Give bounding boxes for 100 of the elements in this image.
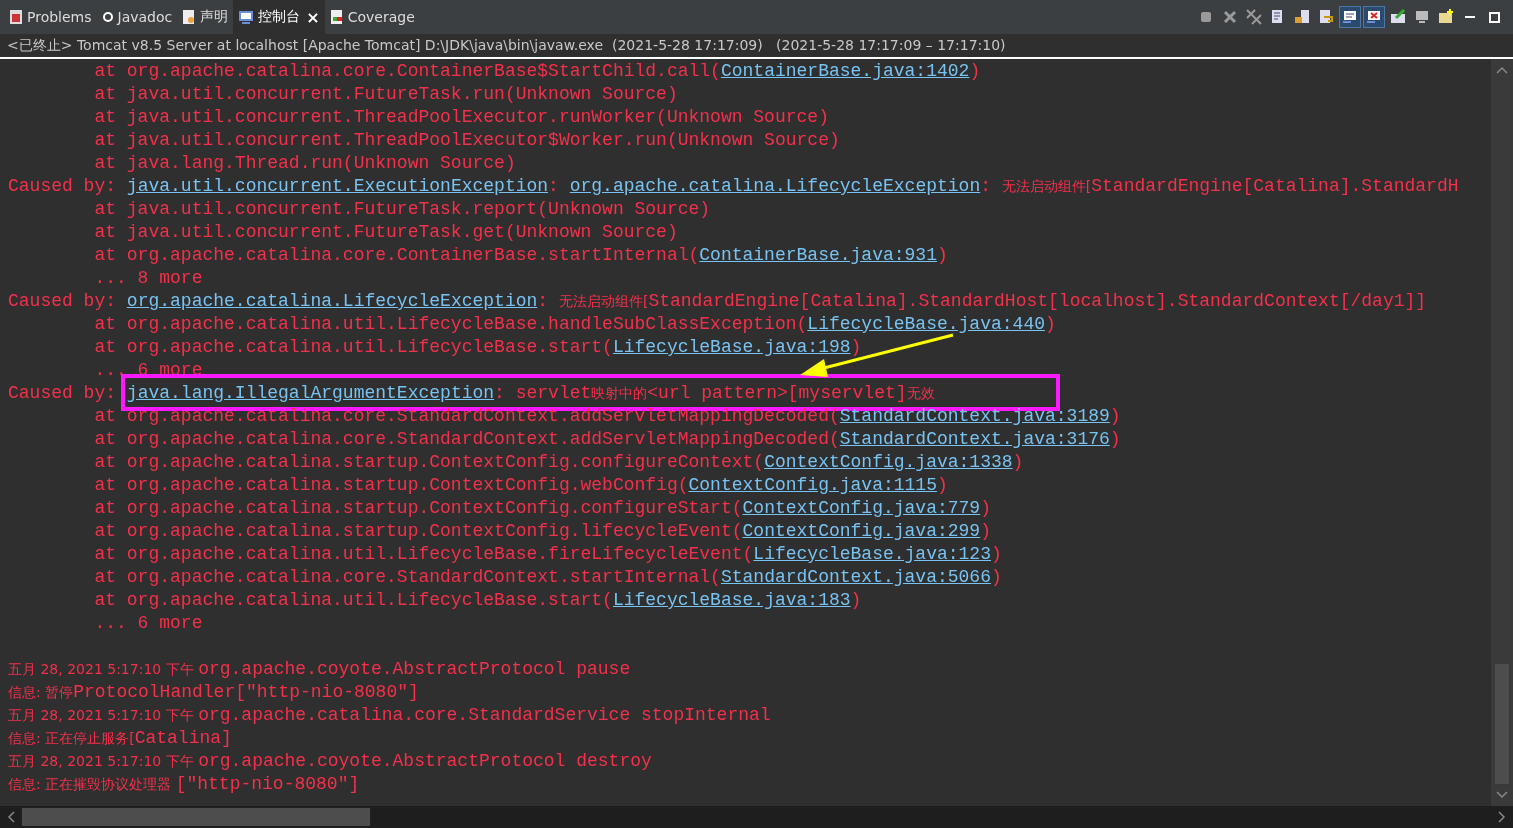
log-text: )	[980, 521, 991, 541]
source-link[interactable]: StandardContext.java:3176	[839, 429, 1110, 449]
log-text: : servlet	[494, 383, 592, 403]
source-link[interactable]: LifecycleBase.java:198	[612, 337, 851, 357]
log-text: at org.apache.catalina.core.StandardContext.addServletMappingDecoded(	[93, 406, 840, 426]
log-text: at org.apache.catalina.core.ContainerBase.startInternal(	[93, 245, 700, 265]
log-text: at org.apache.catalina.core.ContainerBase$StartChild.call(	[93, 61, 721, 81]
source-link[interactable]: java.util.concurrent.ExecutionException	[126, 176, 549, 196]
source-link[interactable]: org.apache.catalina.LifecycleException	[126, 291, 538, 311]
log-text: org.apache.coyote.AbstractProtocol pause	[198, 659, 631, 679]
log-text: )	[990, 544, 1002, 564]
log-text: )	[1109, 406, 1121, 426]
log-text: at org.apache.catalina.startup.ContextConfig.lifecycleEvent(	[93, 521, 743, 541]
log-text: 五月 28, 2021 5:17:10 下午	[8, 661, 195, 677]
log-text: at java.lang.Thread.run(Unknown Source)	[93, 153, 516, 173]
log-text: )	[850, 337, 862, 357]
log-text: )	[1045, 314, 1056, 334]
log-text: Catalina]	[134, 728, 232, 748]
log-text: )	[1012, 452, 1024, 472]
log-text: 无效	[906, 385, 935, 401]
source-link[interactable]: org.apache.catalina.LifecycleException	[569, 176, 981, 196]
source-link[interactable]: LifecycleBase.java:183	[612, 590, 851, 610]
log-text: StandardEngine[Catalina].StandardHost[localhost].StandardContext[/day1]]	[648, 291, 1427, 311]
console-error-icon	[1366, 9, 1382, 25]
log-text: :	[548, 176, 560, 196]
log-text: Caused by:	[8, 383, 118, 403]
source-link[interactable]: LifecycleBase.java:440	[807, 314, 1045, 334]
log-text: 信息: 暂停	[8, 684, 74, 700]
coverage-report-icon	[329, 9, 344, 25]
log-text: at org.apache.catalina.startup.ContextConfig.configureStart(	[93, 498, 743, 518]
toolbar-button[interactable]	[1363, 6, 1385, 28]
source-link[interactable]: java.lang.IllegalArgumentException	[126, 383, 495, 403]
lock-document-icon	[1294, 9, 1310, 25]
monitor-icon	[1414, 9, 1430, 25]
log-text: :	[980, 176, 992, 196]
log-text: ... 6 more	[93, 613, 203, 633]
log-text: ProtocolHandler["http-nio-8080"]	[73, 682, 419, 702]
view-tab[interactable]: Javadoc	[96, 0, 178, 34]
source-link[interactable]: ContainerBase.java:931	[699, 245, 937, 265]
log-text: 信息: 正在停止服务[	[8, 730, 135, 746]
close-icon[interactable]: ×	[306, 7, 320, 27]
console-icon	[238, 10, 255, 24]
log-text: at org.apache.catalina.core.StandardContext.startInternal(	[93, 567, 721, 587]
close-icon	[1222, 9, 1238, 25]
log-text: )	[969, 61, 981, 81]
log-text: :	[537, 291, 550, 311]
log-text: )	[990, 567, 1002, 587]
source-link[interactable]: StandardContext.java:3189	[839, 406, 1110, 426]
log-text: at java.util.concurrent.FutureTask.get(Unknown Source)	[93, 222, 678, 242]
minimize-icon	[1465, 16, 1475, 18]
log-text: at org.apache.catalina.util.LifecycleBase.handleSubClassException(	[93, 314, 808, 334]
log-text: Caused by:	[8, 291, 118, 311]
warning-list-icon	[9, 9, 23, 25]
log-text: at org.apache.catalina.startup.ContextConfig.configureContext(	[93, 452, 765, 472]
document-icon	[182, 9, 197, 25]
log-text: ["http-nio-8080"]	[175, 774, 360, 794]
source-link[interactable]: ContextConfig.java:299	[742, 521, 981, 541]
toolbar-button[interactable]	[1339, 6, 1361, 28]
log-text: at org.apache.catalina.startup.ContextConfig.webConfig(	[93, 475, 689, 495]
view-tab[interactable]: 声明	[177, 0, 234, 34]
log-text: 五月 28, 2021 5:17:10 下午	[8, 753, 195, 769]
log-text: at org.apache.catalina.util.LifecycleBase.fireLifecycleEvent(	[93, 544, 754, 564]
log-text: <url pattern>[myservlet]	[647, 383, 907, 403]
log-text: Caused by:	[8, 176, 118, 196]
log-text: )	[850, 590, 862, 610]
log-text: StandardEngine[Catalina].StandardH	[1091, 176, 1459, 196]
maximize-icon	[1486, 9, 1502, 25]
log-text: at org.apache.catalina.util.LifecycleBase.start(	[93, 337, 613, 357]
log-text: org.apache.coyote.AbstractProtocol destroy	[198, 751, 652, 771]
log-text: at org.apache.catalina.util.LifecycleBase.start(	[93, 590, 613, 610]
log-text: )	[1109, 429, 1121, 449]
view-tab[interactable]: 控制台 ×	[233, 0, 325, 34]
log-text: at java.util.concurrent.ThreadPoolExecutor$Worker.run(Unknown Source)	[93, 130, 840, 150]
view-tab[interactable]: Problems	[4, 0, 97, 34]
vertical-scrollbar[interactable]	[1491, 59, 1513, 806]
log-text: org.apache.catalina.core.StandardService stopInternal	[198, 705, 771, 725]
log-text: 映射中的	[591, 385, 648, 401]
source-link[interactable]: LifecycleBase.java:123	[753, 544, 991, 564]
log-text: 五月 28, 2021 5:17:10 下午	[8, 707, 195, 723]
log-text: )	[980, 498, 991, 518]
stop-icon	[1198, 9, 1214, 25]
double-cross-icon	[1246, 9, 1262, 25]
view-tab[interactable]: Coverage	[324, 0, 420, 34]
log-text: at java.util.concurrent.ThreadPoolExecutor.runWorker(Unknown Source)	[93, 107, 829, 127]
source-link[interactable]: ContextConfig.java:779	[742, 498, 981, 518]
new-console-icon	[1438, 9, 1454, 25]
pin-console-icon	[1390, 9, 1406, 25]
horizontal-scrollbar-thumb[interactable]	[22, 808, 370, 826]
console-output-icon	[1342, 9, 1358, 25]
log-text: ... 8 more	[93, 268, 203, 288]
source-link[interactable]: StandardContext.java:5066	[720, 567, 991, 587]
log-text: at java.util.concurrent.FutureTask.report(Unknown Source)	[93, 199, 711, 219]
log-text: 信息: 正在摧毁协议处理器	[8, 776, 173, 792]
log-text: 无法启动组件[	[1001, 178, 1092, 194]
source-link[interactable]: ContextConfig.java:1338	[764, 452, 1013, 472]
log-text: )	[936, 475, 948, 495]
source-link[interactable]: ContextConfig.java:1115	[688, 475, 937, 495]
log-text: )	[936, 245, 948, 265]
log-text: at java.util.concurrent.FutureTask.run(Unknown Source)	[93, 84, 678, 104]
source-link[interactable]: ContainerBase.java:1402	[720, 61, 970, 81]
